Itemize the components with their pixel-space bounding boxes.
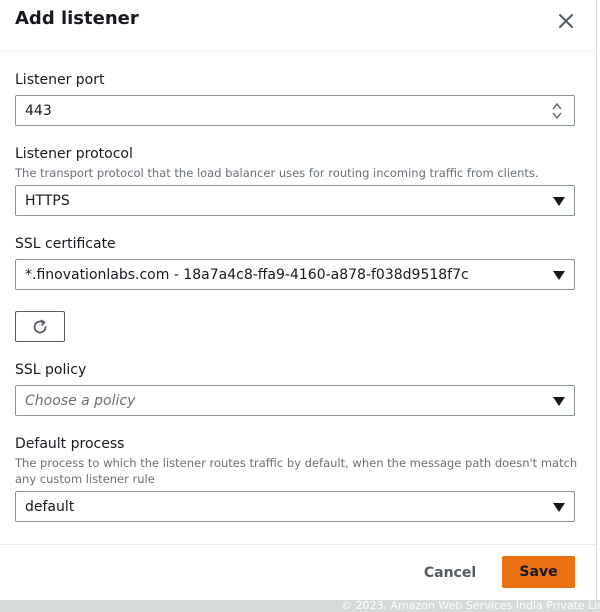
ssl-certificate-select[interactable]: *.finovationlabs.com - 18a7a4c8-ffa9-416…	[15, 259, 575, 290]
listener-protocol-select[interactable]: HTTPS	[15, 185, 575, 216]
listener-protocol-value: HTTPS	[25, 193, 70, 209]
default-process-label: Default process	[15, 436, 125, 452]
page-footer: © 2023, Amazon Web Services India Privat…	[0, 599, 600, 612]
caret-down-icon	[553, 271, 565, 280]
default-process-select[interactable]: default	[15, 491, 575, 522]
listener-protocol-label: Listener protocol	[15, 146, 133, 162]
stepper-up-icon[interactable]	[549, 102, 565, 111]
listener-port-label: Listener port	[15, 72, 105, 88]
ssl-certificate-label: SSL certificate	[15, 236, 116, 252]
stepper-down-icon[interactable]	[549, 111, 565, 120]
close-icon	[559, 14, 573, 28]
ssl-certificate-value: *.finovationlabs.com - 18a7a4c8-ffa9-416…	[25, 267, 469, 283]
listener-port-input[interactable]: 443	[15, 95, 575, 126]
cancel-button[interactable]: Cancel	[415, 557, 485, 588]
refresh-icon	[33, 319, 47, 333]
ssl-policy-placeholder: Choose a policy	[25, 393, 136, 409]
footer-divider	[0, 544, 596, 545]
add-listener-modal: Add listener Listener port 443 Listener …	[0, 0, 597, 600]
copyright-text: © 2023, Amazon Web Services India Privat…	[341, 599, 600, 612]
save-button[interactable]: Save	[502, 556, 575, 588]
caret-down-icon	[553, 503, 565, 512]
refresh-certificates-button[interactable]	[15, 311, 65, 342]
modal-header: Add listener	[0, 0, 596, 52]
default-process-value: default	[25, 499, 75, 515]
port-stepper[interactable]	[549, 102, 565, 120]
listener-protocol-description: The transport protocol that the load bal…	[15, 166, 539, 180]
caret-down-icon	[553, 397, 565, 406]
default-process-description: The process to which the listener routes…	[15, 456, 578, 486]
close-button[interactable]	[553, 8, 579, 34]
ssl-policy-select[interactable]: Choose a policy	[15, 385, 575, 416]
modal-title: Add listener	[15, 8, 139, 29]
listener-port-value: 443	[25, 103, 52, 119]
ssl-policy-label: SSL policy	[15, 362, 87, 378]
caret-down-icon	[553, 197, 565, 206]
